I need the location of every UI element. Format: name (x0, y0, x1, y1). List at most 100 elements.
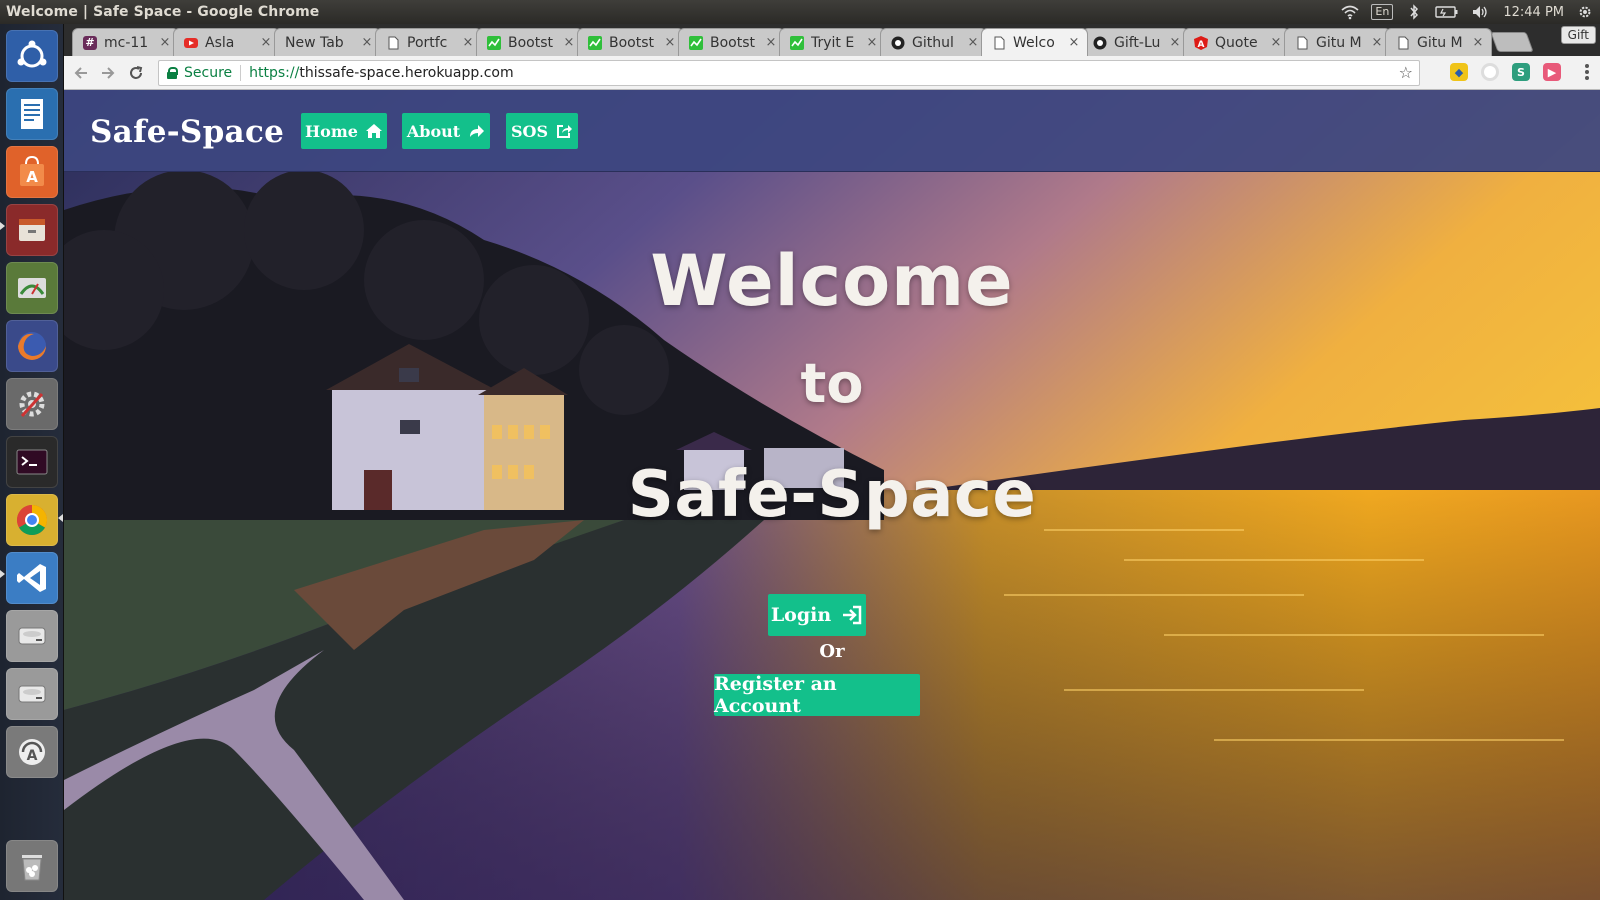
about-nav-button[interactable]: About (402, 113, 490, 149)
chart-favicon-icon (588, 35, 602, 50)
back-arrow-icon (74, 67, 87, 79)
file-manager-icon[interactable] (6, 204, 58, 256)
wifi-icon[interactable] (1341, 4, 1359, 20)
bluetooth-icon[interactable] (1405, 4, 1423, 20)
site-navbar: Safe-Space Home About SOS (64, 90, 1600, 172)
disk-icon-2[interactable] (6, 668, 58, 720)
pink-extension-icon[interactable]: ▶ (1543, 63, 1561, 81)
or-text: Or (819, 641, 845, 662)
tab-label: Gitu M (1316, 34, 1362, 51)
site-brand[interactable]: Safe-Space (90, 114, 284, 150)
tab[interactable]: Bootst × (678, 28, 785, 56)
home-nav-label: Home (305, 121, 358, 141)
chart-favicon-icon (689, 35, 703, 50)
white-circle-extension-icon[interactable] (1481, 63, 1499, 81)
tab[interactable]: New Tab × (274, 28, 381, 56)
page-favicon-icon (386, 36, 400, 50)
register-button[interactable]: Register an Account (714, 673, 920, 717)
ubuntu-dash-icon[interactable] (6, 30, 58, 82)
browser-toolbar: Secure https://thissafe-space.herokuapp.… (64, 56, 1600, 90)
back-button[interactable] (70, 62, 92, 84)
browser-chrome: # mc-11 × Asla × New Tab × Portfc × Bootst × Bootst… (64, 24, 1600, 90)
s-extension-icon[interactable]: S (1512, 63, 1530, 81)
ubuntu-software-icon[interactable]: A (6, 146, 58, 198)
svg-text:A: A (26, 168, 38, 186)
tab-close-icon[interactable]: × (764, 35, 778, 50)
lock-icon (167, 67, 178, 79)
chart-favicon-icon (790, 35, 804, 50)
url-text[interactable]: https://thissafe-space.herokuapp.com (249, 65, 513, 81)
session-gear-icon[interactable] (1576, 4, 1594, 20)
system-monitor-icon[interactable] (6, 262, 58, 314)
tab[interactable]: Gitu M × (1284, 28, 1391, 56)
tab-label: Bootst (508, 34, 554, 51)
volume-icon[interactable] (1471, 4, 1491, 20)
trash-icon[interactable] (6, 840, 58, 892)
page-favicon-icon (1396, 36, 1410, 50)
tab[interactable]: Portfc × (375, 28, 482, 56)
tab[interactable]: Bootst × (577, 28, 684, 56)
tab-label: Tryit E (811, 34, 855, 51)
tab-close-icon[interactable]: × (663, 35, 677, 50)
tab-close-icon[interactable]: × (1168, 35, 1182, 50)
tab-close-icon[interactable]: × (966, 35, 980, 50)
tab-label: Bootst (710, 34, 756, 51)
bookmark-star-icon[interactable]: ☆ (1399, 63, 1413, 82)
url-scheme: https:// (249, 65, 300, 81)
chrome-menu-icon[interactable] (1584, 62, 1590, 82)
chart-favicon-icon (487, 35, 501, 50)
hero-welcome: Welcome (650, 240, 1014, 322)
chrome-icon[interactable] (6, 494, 58, 546)
tab-label: Githul (912, 34, 954, 51)
tab-close-icon[interactable]: × (865, 35, 879, 50)
tab[interactable]: Asla × (173, 28, 280, 56)
disk-icon[interactable] (6, 610, 58, 662)
keyboard-layout-indicator[interactable]: En (1371, 4, 1394, 20)
reload-button[interactable] (125, 62, 147, 84)
tab[interactable]: # mc-11 × (72, 28, 179, 56)
tab[interactable]: A Quote × (1183, 28, 1290, 56)
tab-close-icon[interactable]: × (1269, 35, 1283, 50)
tab-close-icon[interactable]: × (1067, 35, 1081, 50)
tab-close-icon[interactable]: × (1471, 35, 1485, 50)
tab[interactable]: Gitu M × (1385, 28, 1492, 56)
unity-launcher: A A (0, 24, 64, 900)
tab-close-icon[interactable]: × (461, 35, 475, 50)
svg-text:A: A (1198, 40, 1205, 50)
libreoffice-writer-icon[interactable] (6, 88, 58, 140)
sos-nav-label: SOS (510, 121, 549, 141)
battery-icon[interactable] (1435, 4, 1459, 20)
terminal-icon[interactable] (6, 436, 58, 488)
tab-active[interactable]: Welco × (981, 28, 1088, 56)
page-viewport: Safe-Space Home About SOS Welcome to Saf… (64, 90, 1600, 900)
tab[interactable]: Tryit E × (779, 28, 886, 56)
new-tab-button[interactable] (1490, 32, 1534, 52)
vscode-icon[interactable] (6, 552, 58, 604)
firefox-icon[interactable] (6, 320, 58, 372)
tab[interactable]: Githul × (880, 28, 987, 56)
login-button[interactable]: Login (768, 594, 866, 636)
tab[interactable]: Gift-Lu × (1082, 28, 1189, 56)
tab-label: New Tab (285, 34, 344, 51)
#-favicon-icon: # (83, 35, 97, 50)
share-arrow-icon (470, 125, 485, 137)
software-updater-icon[interactable]: A (6, 726, 58, 778)
tab-close-icon[interactable]: × (158, 35, 172, 50)
security-label: Secure (184, 65, 233, 81)
home-nav-button[interactable]: Home (301, 113, 387, 149)
sos-nav-button[interactable]: SOS (506, 113, 578, 149)
window-title: Welcome | Safe Space - Google Chrome (6, 4, 320, 20)
python-extension-icon[interactable]: ◆ (1450, 63, 1468, 81)
tab-label: Portfc (407, 34, 448, 51)
clock[interactable]: 12:44 PM (1503, 5, 1564, 20)
tab-close-icon[interactable]: × (360, 35, 374, 50)
tab[interactable]: Bootst × (476, 28, 583, 56)
tab-close-icon[interactable]: × (562, 35, 576, 50)
address-bar[interactable]: Secure https://thissafe-space.herokuapp.… (158, 60, 1420, 86)
tab-close-icon[interactable]: × (259, 35, 273, 50)
forward-button[interactable] (97, 62, 119, 84)
profile-button[interactable]: Gift (1560, 26, 1596, 44)
settings-icon[interactable] (6, 378, 58, 430)
os-top-bar: Welcome | Safe Space - Google Chrome En … (0, 0, 1600, 24)
tab-close-icon[interactable]: × (1370, 35, 1384, 50)
